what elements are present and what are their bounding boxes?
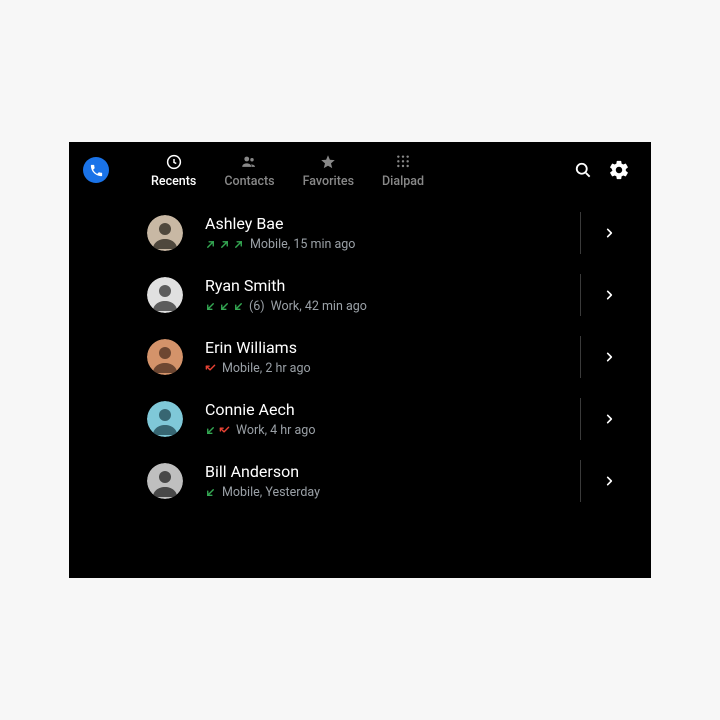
- phone-app-icon: [83, 157, 109, 183]
- call-row[interactable]: Erin Williams Mobile, 2 hr ago: [69, 326, 651, 388]
- call-row[interactable]: Ashley Bae Mobile, 15 min ago: [69, 202, 651, 264]
- contact-name: Ryan Smith: [205, 276, 580, 295]
- tab-dialpad[interactable]: Dialpad: [368, 152, 438, 189]
- people-icon: [239, 152, 259, 172]
- call-info: Ashley Bae Mobile, 15 min ago: [205, 214, 580, 251]
- dialpad-icon: [395, 152, 411, 172]
- call-info: Ryan Smith (6) Work, 42 min ago: [205, 276, 580, 313]
- clock-icon: [165, 152, 183, 172]
- tab-label: Contacts: [224, 174, 274, 189]
- outgoing-call-icon: [219, 239, 230, 250]
- call-row[interactable]: Connie Aech Work, 4 hr ago: [69, 388, 651, 450]
- top-bar: Recents Contacts Favorites Dialpad: [69, 142, 651, 198]
- tab-contacts[interactable]: Contacts: [210, 152, 288, 189]
- avatar: [147, 401, 183, 437]
- call-details-button[interactable]: [581, 202, 637, 264]
- avatar: [147, 277, 183, 313]
- missed-call-icon: [205, 363, 216, 374]
- call-info: Connie Aech Work, 4 hr ago: [205, 400, 580, 437]
- contact-name: Connie Aech: [205, 400, 580, 419]
- incoming-call-icon: [205, 425, 216, 436]
- call-info: Bill Anderson Mobile, Yesterday: [205, 462, 580, 499]
- tab-label: Favorites: [303, 174, 354, 189]
- search-button[interactable]: [565, 152, 601, 188]
- call-details-button[interactable]: [581, 326, 637, 388]
- incoming-call-icon: [233, 301, 244, 312]
- contact-name: Erin Williams: [205, 338, 580, 357]
- star-icon: [319, 152, 337, 172]
- recent-calls-list: Ashley Bae Mobile, 15 min ago Ryan Smith: [69, 198, 651, 512]
- chevron-right-icon: [604, 288, 615, 302]
- incoming-call-icon: [219, 301, 230, 312]
- call-row[interactable]: Bill Anderson Mobile, Yesterday: [69, 450, 651, 512]
- settings-button[interactable]: [601, 152, 637, 188]
- search-icon: [573, 160, 593, 180]
- call-meta: Mobile, Yesterday: [222, 485, 320, 500]
- tab-label: Dialpad: [382, 174, 424, 189]
- gear-icon: [608, 159, 630, 181]
- outgoing-call-icon: [233, 239, 244, 250]
- call-info: Erin Williams Mobile, 2 hr ago: [205, 338, 580, 375]
- call-meta: Work, 42 min ago: [271, 299, 367, 314]
- call-meta: Mobile, 15 min ago: [250, 237, 355, 252]
- contact-name: Ashley Bae: [205, 214, 580, 233]
- incoming-call-icon: [205, 487, 216, 498]
- incoming-call-icon: [205, 301, 216, 312]
- avatar: [147, 339, 183, 375]
- tab-bar: Recents Contacts Favorites Dialpad: [137, 152, 438, 189]
- missed-call-icon: [219, 425, 230, 436]
- contact-name: Bill Anderson: [205, 462, 580, 481]
- call-count: (6): [249, 299, 265, 314]
- avatar: [147, 463, 183, 499]
- chevron-right-icon: [604, 226, 615, 240]
- avatar: [147, 215, 183, 251]
- chevron-right-icon: [604, 474, 615, 488]
- tab-favorites[interactable]: Favorites: [289, 152, 368, 189]
- outgoing-call-icon: [205, 239, 216, 250]
- call-details-button[interactable]: [581, 450, 637, 512]
- call-meta: Work, 4 hr ago: [236, 423, 315, 438]
- phone-app-window: Recents Contacts Favorites Dialpad: [69, 142, 651, 578]
- chevron-right-icon: [604, 350, 615, 364]
- tab-label: Recents: [151, 174, 196, 189]
- call-details-button[interactable]: [581, 264, 637, 326]
- call-details-button[interactable]: [581, 388, 637, 450]
- call-meta: Mobile, 2 hr ago: [222, 361, 311, 376]
- tab-recents[interactable]: Recents: [137, 152, 210, 189]
- chevron-right-icon: [604, 412, 615, 426]
- call-row[interactable]: Ryan Smith (6) Work, 42 min ago: [69, 264, 651, 326]
